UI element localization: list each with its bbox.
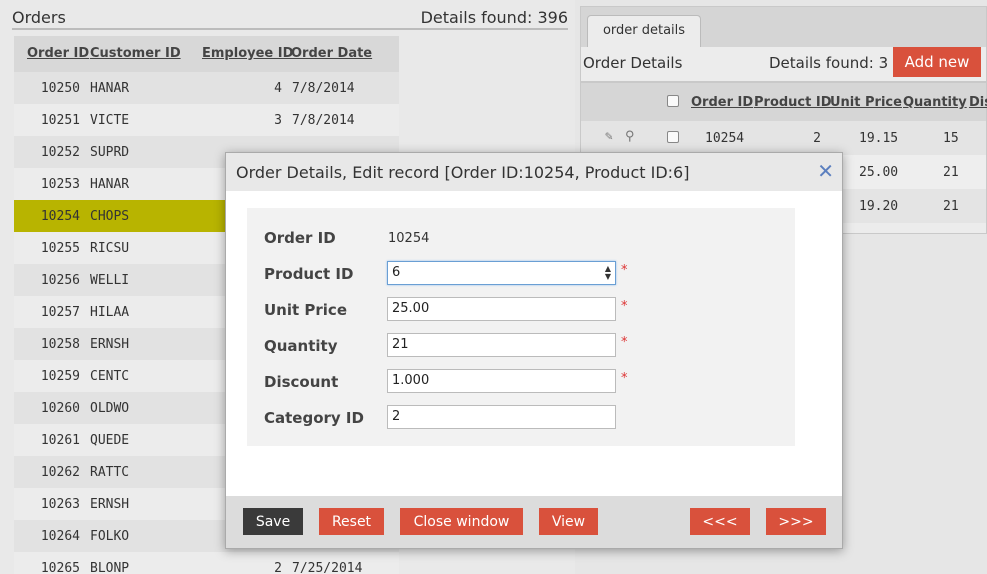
required-mark: * bbox=[621, 335, 628, 350]
previous-record-button[interactable]: <<< bbox=[690, 508, 750, 535]
close-icon[interactable]: ✕ bbox=[817, 159, 834, 183]
discount-field[interactable]: 1.000 bbox=[387, 369, 616, 393]
quantity-label: Quantity bbox=[264, 337, 338, 355]
save-button[interactable]: Save bbox=[243, 508, 303, 535]
quantity-field[interactable]: 21 bbox=[387, 333, 616, 357]
product-id-input-value: 6 bbox=[392, 265, 401, 280]
edit-record-dialog: Order Details, Edit record [Order ID:102… bbox=[225, 152, 843, 549]
category-id-field[interactable]: 2 bbox=[387, 405, 616, 429]
unit-price-label: Unit Price bbox=[264, 301, 347, 319]
unit-price-field[interactable]: 25.00 bbox=[387, 297, 616, 321]
category-id-label: Category ID bbox=[264, 409, 364, 427]
edit-form: Order ID 10254 Product ID 6 ▲ ▼ * Unit Pr… bbox=[247, 208, 795, 446]
dialog-footer: Save Reset Close window View <<< >>> bbox=[226, 496, 842, 548]
dialog-header: Order Details, Edit record [Order ID:102… bbox=[226, 153, 842, 191]
dialog-title: Order Details, Edit record [Order ID:102… bbox=[236, 163, 690, 182]
reset-button[interactable]: Reset bbox=[319, 508, 384, 535]
product-id-label: Product ID bbox=[264, 265, 354, 283]
spinner-icon[interactable]: ▲ ▼ bbox=[605, 265, 611, 281]
product-id-field[interactable]: 6 ▲ ▼ bbox=[387, 261, 616, 285]
required-mark: * bbox=[621, 263, 628, 278]
view-button[interactable]: View bbox=[539, 508, 598, 535]
order-id-value: 10254 bbox=[388, 231, 430, 246]
order-id-label: Order ID bbox=[264, 229, 336, 247]
close-window-button[interactable]: Close window bbox=[400, 508, 523, 535]
discount-label: Discount bbox=[264, 373, 339, 391]
next-record-button[interactable]: >>> bbox=[766, 508, 826, 535]
required-mark: * bbox=[621, 299, 628, 314]
required-mark: * bbox=[621, 371, 628, 386]
